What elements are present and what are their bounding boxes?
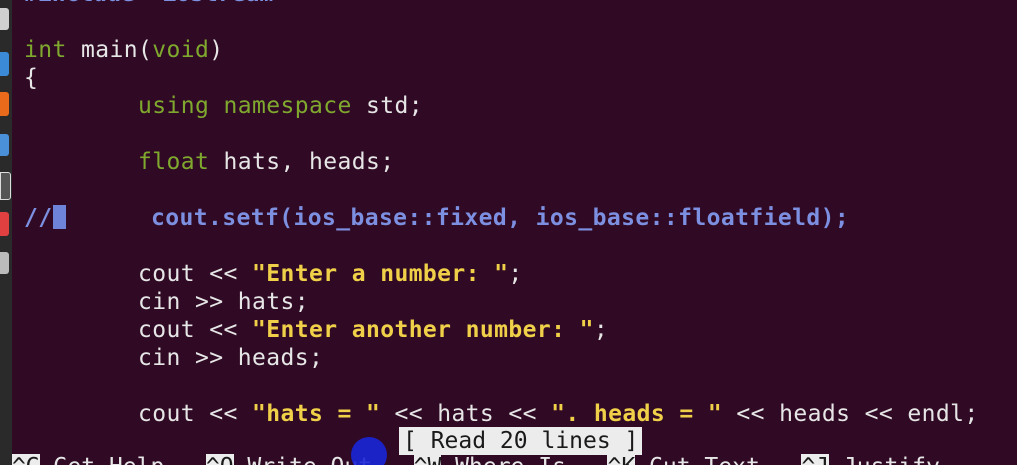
code-token: { (24, 65, 39, 91)
code-token: cout << (24, 261, 252, 287)
code-line: { (24, 64, 38, 92)
code-line: cin >> hats; (24, 288, 309, 316)
shortcut-label: Get Help (40, 454, 165, 465)
shortcut-label: Where Is (441, 454, 566, 465)
code-token: << hats << (380, 401, 552, 427)
shortcut-bar: ^G Get Help ^O Write Out ^W Where Is ^K … (12, 453, 940, 465)
code-token: hats, heads; (209, 149, 395, 175)
code-line: cout << "hats = " << hats << ". heads = … (24, 400, 979, 428)
code-token: // (24, 205, 53, 231)
code-token: main( (66, 37, 153, 63)
software-icon[interactable] (0, 134, 9, 156)
chrome-icon[interactable] (0, 92, 9, 116)
code-token: void (152, 37, 210, 63)
terminal-icon[interactable] (0, 172, 11, 200)
partial-include-line: #include <iostream> (24, 0, 287, 8)
shortcut-key: ^G (12, 454, 40, 465)
mouse-click-indicator (351, 437, 387, 465)
terminal-content[interactable]: #include <iostream> int main(void){ usin… (12, 0, 1017, 465)
code-token: cout.setf(ios_base::fixed, ios_base::flo… (65, 205, 850, 231)
code-line: float hats, heads; (24, 148, 394, 176)
code-token: cin >> hats; (24, 289, 309, 315)
office-icon[interactable] (0, 212, 9, 236)
code-token: namespace (223, 93, 352, 119)
code-token: int (24, 37, 67, 63)
shortcut-label: Cut Text (635, 454, 760, 465)
text-cursor (52, 205, 66, 229)
shortcut-label: Justify (829, 454, 940, 465)
shortcut-key: ^W (413, 454, 442, 465)
code-line: using namespace std; (24, 92, 423, 120)
code-token: "hats = " (251, 401, 381, 427)
code-line: // cout.setf(ios_base::fixed, ios_base::… (24, 204, 849, 232)
code-line: cout << "Enter another number: "; (24, 316, 608, 344)
settings-icon[interactable] (0, 252, 9, 274)
code-token: ; (593, 317, 609, 343)
shortcut-key: ^O (205, 454, 234, 465)
shortcut-key: ^K (607, 454, 636, 465)
code-token: ". heads = " (551, 401, 723, 427)
code-token: std; (351, 93, 423, 119)
code-token: "Enter a number: " (251, 261, 509, 287)
code-token: cout << (24, 401, 252, 427)
code-token: cin >> heads; (24, 345, 324, 371)
code-token: float (137, 149, 210, 175)
code-line: cin >> heads; (24, 344, 323, 372)
status-message: [ Read 20 lines ] (399, 427, 643, 455)
terminal-window: #include <iostream> int main(void){ usin… (0, 0, 1017, 465)
code-line: cout << "Enter a number: "; (24, 260, 523, 288)
code-line: int main(void) (24, 36, 223, 64)
code-token: ) (209, 37, 224, 63)
code-token: using (137, 93, 210, 119)
firefox-icon[interactable] (0, 52, 9, 76)
code-token: cout << (24, 317, 252, 343)
code-token: ; (508, 261, 523, 287)
code-token: "Enter another number: " (251, 317, 594, 343)
shortcut-key: ^J (801, 454, 830, 465)
code-token: << heads << endl; (722, 401, 979, 427)
files-icon[interactable] (0, 8, 9, 30)
